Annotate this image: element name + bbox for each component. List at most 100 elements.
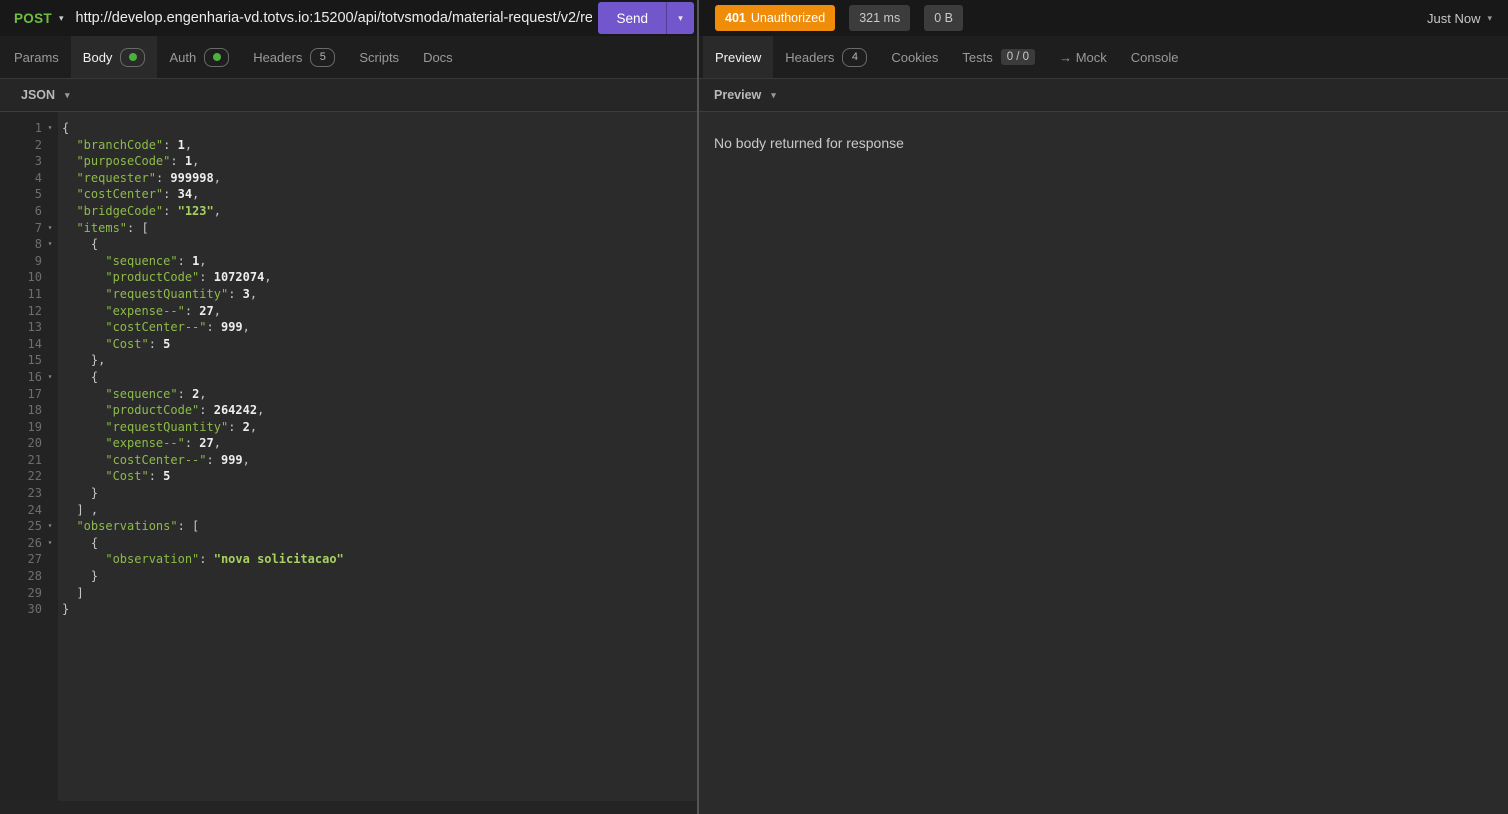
status-badge: 401 Unauthorized (715, 5, 836, 31)
gutter-cell: 18 (0, 402, 58, 419)
code-line[interactable]: 8 ▾ { (0, 236, 697, 253)
status-text: Unauthorized (750, 11, 826, 25)
code-line[interactable]: 20 "expense--": 27, (0, 435, 697, 452)
fold-arrow-icon[interactable]: ▾ (42, 220, 58, 237)
tab-mock[interactable]: → Mock (1047, 36, 1119, 78)
fold-arrow-icon[interactable]: ▾ (42, 535, 58, 552)
gutter-cell: 23 (0, 485, 58, 502)
tab-docs[interactable]: Docs (411, 36, 465, 78)
fold-arrow-icon[interactable]: ▾ (42, 120, 58, 137)
tab-label: → Mock (1059, 49, 1107, 65)
line-number: 16 (27, 369, 42, 384)
tab-tests[interactable]: Tests 0 / 0 (950, 36, 1047, 78)
gutter-cell: 25 ▾ (0, 518, 58, 535)
code-line[interactable]: 27 "observation": "nova solicitacao" (0, 551, 697, 568)
code-text: "observation": "nova solicitacao" (105, 552, 344, 567)
code-line[interactable]: 17 "sequence": 2, (0, 386, 697, 403)
fold-arrow-icon[interactable]: ▾ (42, 236, 58, 253)
code-line[interactable]: 10 "productCode": 1072074, (0, 269, 697, 286)
code-line[interactable]: 13 "costCenter--": 999, (0, 319, 697, 336)
tab-label: Auth (169, 49, 197, 65)
history-dropdown[interactable]: Just Now ▾ (1427, 11, 1492, 26)
line-number: 18 (27, 403, 42, 418)
gutter-cell: 26 ▾ (0, 535, 58, 552)
code-line[interactable]: 18 "productCode": 264242, (0, 402, 697, 419)
code-text: "costCenter--": 999, (105, 452, 250, 467)
code-line[interactable]: 29 ] (0, 585, 697, 602)
code-line[interactable]: 9 "sequence": 1, (0, 253, 697, 270)
line-number: 22 (27, 469, 42, 484)
code-line[interactable]: 12 "expense--": 27, (0, 303, 697, 320)
gutter-cell: 15 (0, 352, 58, 369)
code-line[interactable]: 7 ▾ "items": [ (0, 220, 697, 237)
editor-hscrollbar[interactable] (0, 801, 697, 814)
line-number: 9 (34, 253, 42, 268)
fold-arrow-icon[interactable]: ▾ (42, 369, 58, 386)
line-number: 25 (27, 519, 42, 534)
response-body-panel: No body returned for response (699, 112, 1508, 814)
send-options-chevron-icon[interactable]: ▾ (666, 2, 694, 34)
code-text: } (90, 569, 99, 584)
json-body-editor[interactable]: 1 ▾{2 "branchCode": 1, 3 "purposeCode": 1,… (0, 112, 697, 814)
code-text: "productCode": 1072074, (105, 270, 272, 285)
line-number: 28 (27, 569, 42, 584)
code-line[interactable]: 15 }, (0, 352, 697, 369)
code-line[interactable]: 6 "bridgeCode": "123", (0, 203, 697, 220)
code-line[interactable]: 14 "Cost": 5 (0, 336, 697, 353)
tab-body[interactable]: Body (70, 36, 158, 78)
code-line[interactable]: 26 ▾ { (0, 535, 697, 552)
code-line[interactable]: 30} (0, 601, 697, 618)
code-line[interactable]: 3 "purposeCode": 1, (0, 153, 697, 170)
chevron-down-icon: ▾ (771, 89, 776, 100)
code-line[interactable]: 16 ▾ { (0, 369, 697, 386)
gutter-cell: 6 (0, 203, 58, 220)
response-meta-bar: 401 Unauthorized 321 ms 0 B Just Now ▾ (699, 0, 1508, 36)
tab-cookies[interactable]: Cookies (879, 36, 950, 78)
code-line[interactable]: 21 "costCenter--": 999, (0, 452, 697, 469)
tab-label: Tests (962, 49, 993, 65)
preview-mode-dropdown[interactable]: Preview ▾ (714, 88, 776, 102)
code-line[interactable]: 19 "requestQuantity": 2, (0, 419, 697, 436)
url-input[interactable]: http://develop.engenharia-vd.totvs.io:15… (76, 10, 593, 26)
code-line[interactable]: 23 } (0, 485, 697, 502)
preview-mode-label: Preview (714, 88, 762, 102)
code-line[interactable]: 24 ] , (0, 502, 697, 519)
code-line[interactable]: 28 } (0, 568, 697, 585)
code-line[interactable]: 11 "requestQuantity": 3, (0, 286, 697, 303)
gutter-cell: 27 (0, 551, 58, 568)
code-text: ] (76, 585, 84, 600)
tab-response-headers[interactable]: Headers 4 (773, 36, 879, 78)
code-line[interactable]: 22 "Cost": 5 (0, 468, 697, 485)
code-text: ] , (76, 502, 99, 517)
tab-auth[interactable]: Auth (157, 36, 241, 78)
tab-label: Cookies (891, 49, 939, 65)
code-line[interactable]: 2 "branchCode": 1, (0, 137, 697, 154)
code-line[interactable]: 25 ▾ "observations": [ (0, 518, 697, 535)
send-button-label: Send (616, 10, 648, 26)
code-text: { (90, 369, 99, 384)
tab-headers[interactable]: Headers 5 (241, 36, 347, 78)
method-dropdown[interactable]: POST ▾ (14, 11, 64, 26)
code-line[interactable]: 4 "requester": 999998, (0, 170, 697, 187)
code-line[interactable]: 1 ▾ { (0, 120, 697, 137)
tab-preview[interactable]: Preview (703, 36, 774, 78)
tab-console[interactable]: Console (1119, 36, 1191, 78)
gutter-cell: 5 (0, 186, 58, 203)
gutter-cell: 17 (0, 386, 58, 403)
content-type-dropdown[interactable]: JSON ▾ (21, 88, 70, 102)
fold-arrow-icon[interactable]: ▾ (42, 518, 58, 535)
green-dot-icon (128, 53, 137, 61)
code-line[interactable]: 5 "costCenter": 34, (0, 186, 697, 203)
tab-scripts[interactable]: Scripts (347, 36, 411, 78)
send-button[interactable]: Send ▾ (598, 2, 694, 34)
code-text: "Cost": 5 (105, 336, 171, 351)
gutter-cell: 11 (0, 286, 58, 303)
tab-params[interactable]: Params (2, 36, 71, 78)
tests-count-badge: 0 / 0 (1000, 49, 1036, 65)
auth-set-indicator (204, 47, 230, 67)
